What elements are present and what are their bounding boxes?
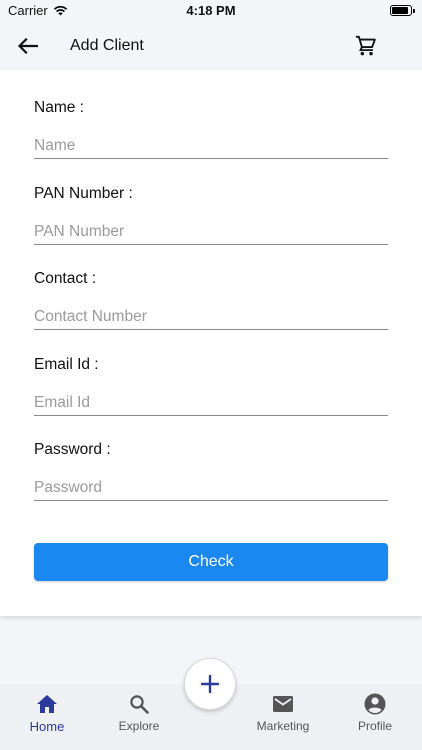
check-button[interactable]: Check [34, 543, 388, 581]
status-time: 4:18 PM [186, 3, 236, 18]
pan-field-group: PAN Number : [34, 184, 388, 245]
app-bar: Add Client [0, 22, 422, 70]
arrow-left-icon [18, 38, 38, 54]
cart-button[interactable] [352, 32, 380, 60]
battery-icon [390, 5, 415, 16]
email-label: Email Id : [34, 356, 99, 373]
password-input[interactable] [34, 475, 388, 501]
search-icon [129, 692, 149, 716]
add-client-form: Name : PAN Number : Contact : Email Id :… [0, 70, 422, 616]
home-icon [36, 692, 58, 716]
pan-number-label: PAN Number : [34, 185, 133, 202]
name-input[interactable] [34, 133, 388, 159]
nav-home-label: Home [29, 719, 65, 734]
password-field-group: Password : [34, 440, 388, 501]
back-button[interactable] [14, 32, 42, 60]
email-field-group: Email Id : [34, 355, 388, 416]
nav-profile[interactable]: Profile [333, 684, 417, 750]
mail-icon [272, 692, 294, 716]
status-bar: Carrier 4:18 PM [0, 0, 422, 22]
nav-explore-label: Explore [118, 719, 160, 733]
nav-marketing-label: Marketing [256, 719, 310, 733]
plus-icon [201, 675, 219, 693]
page-title: Add Client [70, 37, 144, 54]
email-input[interactable] [34, 390, 388, 416]
name-field-group: Name : [34, 98, 388, 159]
contact-input[interactable] [34, 304, 388, 330]
nav-home[interactable]: Home [5, 684, 89, 750]
add-fab-button[interactable] [184, 658, 236, 710]
nav-explore[interactable]: Explore [97, 684, 181, 750]
nav-profile-label: Profile [357, 719, 392, 733]
password-label: Password : [34, 441, 111, 458]
nav-marketing[interactable]: Marketing [241, 684, 325, 750]
name-label: Name : [34, 99, 84, 116]
pan-number-input[interactable] [34, 219, 388, 245]
cart-icon [355, 35, 376, 56]
account-circle-icon [364, 692, 386, 716]
contact-field-group: Contact : [34, 269, 388, 330]
contact-label: Contact : [34, 270, 97, 287]
